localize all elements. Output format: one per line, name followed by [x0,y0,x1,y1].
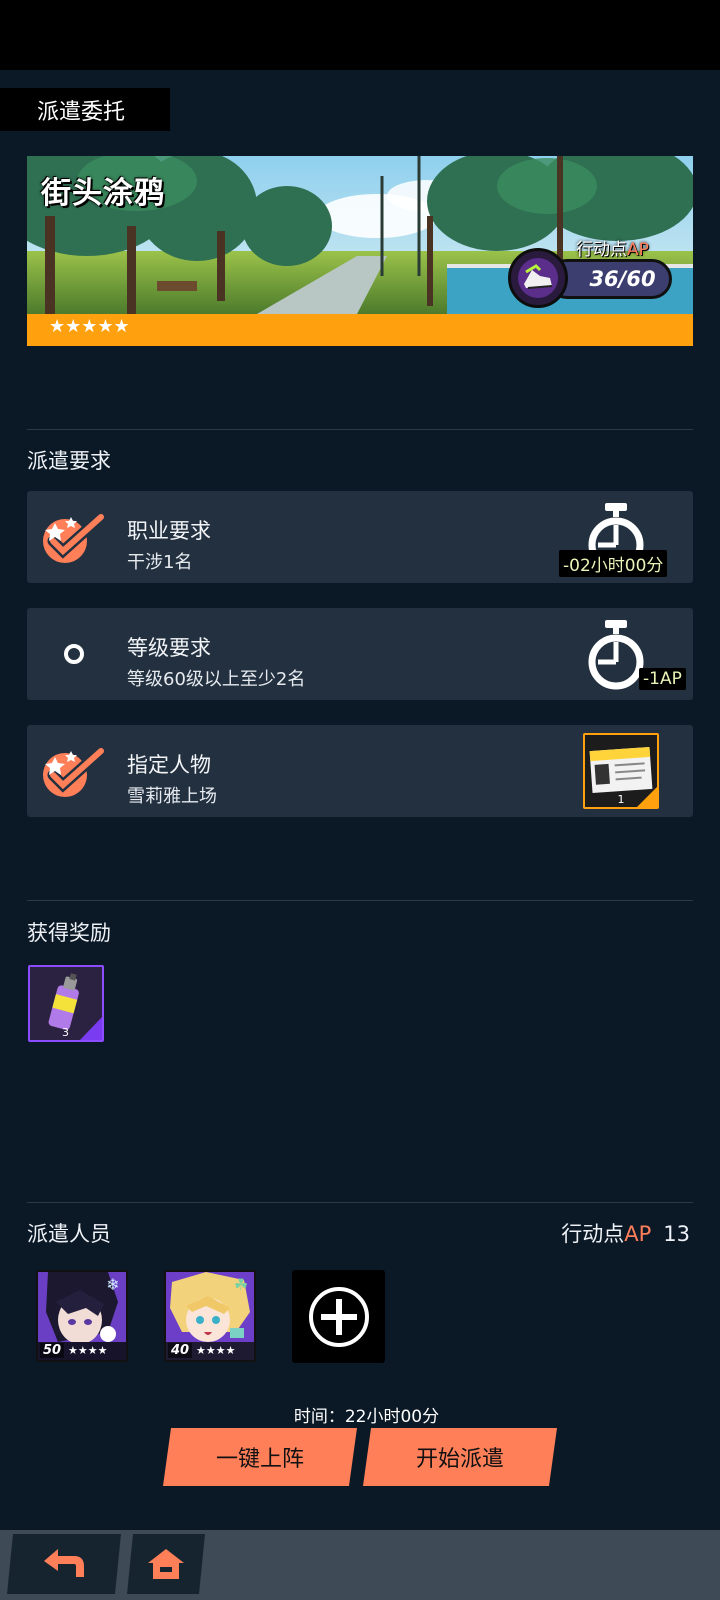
requirement-subtitle: 干涉1名 [127,552,193,573]
home-button[interactable] [127,1534,205,1594]
item-count: 1 [617,793,625,806]
time-reduction-badge: -02小时00分 [559,550,668,577]
snowflake-icon: ❄ [106,1275,120,1294]
ticket-item[interactable]: 1 [583,733,659,809]
status-bar [0,0,720,70]
requirements-heading: 派遣要求 [27,449,111,473]
requirement-row-character: 指定人物 雪莉雅上场 1 [27,725,693,817]
mission-banner: 街头涂鸦 行动点AP 36/60 ★★★★★ [27,156,693,346]
requirement-subtitle: 雪莉雅上场 [127,786,217,807]
member-level: 50 [40,1343,65,1358]
unchecked-circle-icon [64,644,84,664]
rewards-heading: 获得奖励 [27,921,111,945]
dispatch-time: 时间：22小时00分 [293,1407,440,1427]
dispatch-ap: 行动点AP 13 [561,1222,690,1246]
start-dispatch-button[interactable]: 开始派遣 [363,1428,557,1486]
requirement-title: 指定人物 [127,753,211,777]
sneaker-icon [508,248,568,308]
requirement-subtitle: 等级60级以上至少2名 [127,669,306,690]
dispatch-member-1[interactable]: ❄ 50 ★★★★ [36,1270,128,1362]
check-stars-icon [39,509,109,567]
back-button[interactable] [7,1534,121,1594]
add-member-button[interactable] [292,1270,385,1363]
reward-item[interactable]: 3 [28,965,104,1042]
page-title: 派遣委托 [0,88,170,131]
requirement-row-class: 职业要求 干涉1名 -02小时00分 [27,491,693,583]
member-stars: ★★★★ [68,1344,108,1357]
rarity-strip: ★★★★★ [27,314,693,346]
member-level: 40 [168,1343,193,1358]
plus-circle-icon [308,1286,369,1347]
divider [27,429,693,430]
requirement-title: 等级要求 [127,636,211,660]
requirement-title: 职业要求 [127,519,211,543]
ap-reduction-badge: -1AP [639,668,686,690]
auto-deploy-button[interactable]: 一键上阵 [163,1428,357,1486]
dispatch-heading: 派遣人员 [27,1222,111,1246]
leaf-icon: ☘ [233,1275,249,1294]
back-arrow-icon [40,1547,88,1581]
member-stars: ★★★★ [196,1344,236,1357]
divider [27,1202,693,1203]
rarity-stars: ★★★★★ [49,316,130,337]
divider [27,900,693,901]
dispatch-member-2[interactable]: ☘ 40 ★★★★ [164,1270,256,1362]
reward-count: 3 [62,1026,69,1039]
ap-label: 行动点AP [576,240,649,260]
mission-title: 街头涂鸦 [41,176,165,211]
requirement-row-level: 等级要求 等级60级以上至少2名 -1AP [27,608,693,700]
check-stars-icon [39,743,109,801]
home-icon [146,1547,186,1581]
